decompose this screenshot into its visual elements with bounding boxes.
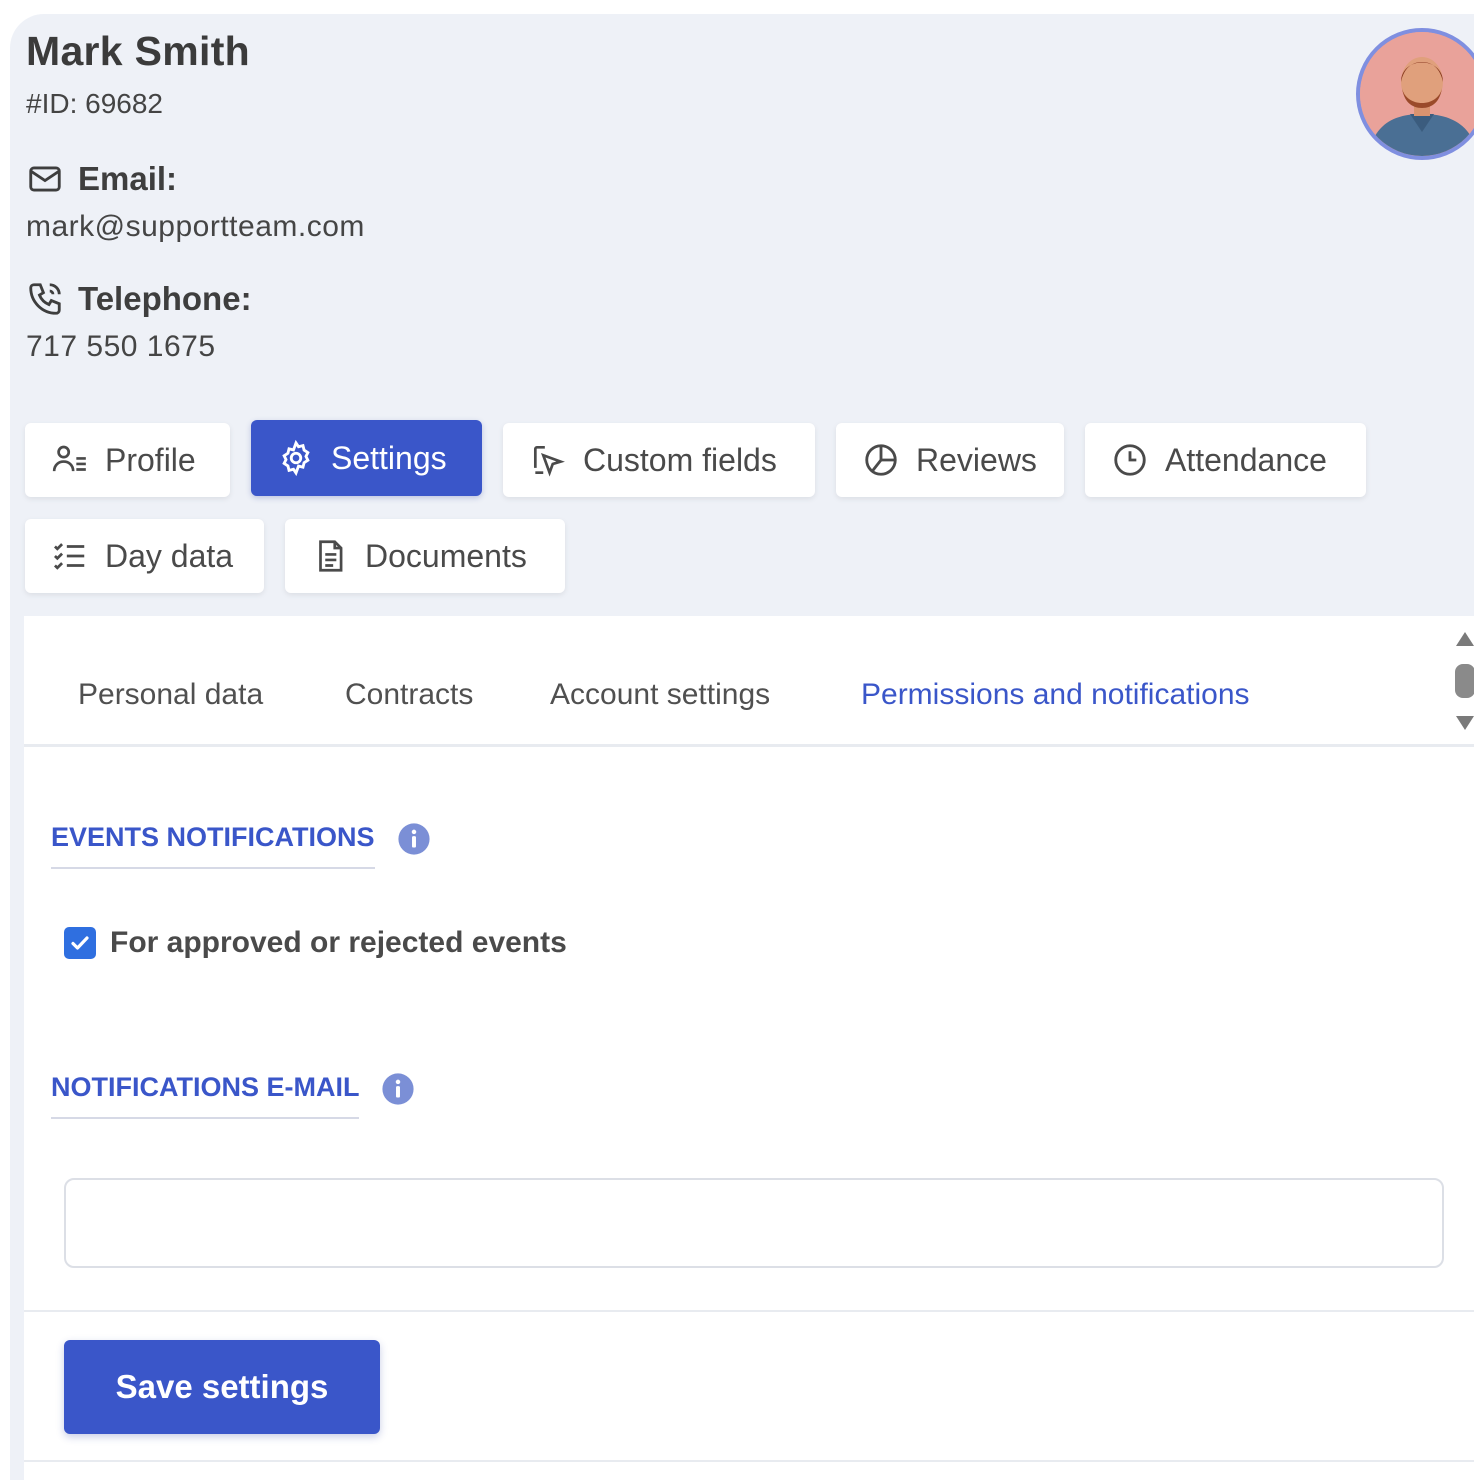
tab-reviews-label: Reviews <box>916 441 1037 478</box>
tab-reviews[interactable]: Reviews <box>836 423 1064 497</box>
subtab-personal-data[interactable]: Personal data <box>78 678 263 712</box>
info-icon[interactable] <box>397 822 431 856</box>
telephone-label: Telephone: <box>78 280 252 317</box>
user-profile-page: Mark Smith #ID: 69682 Email: mark@suppor… <box>10 14 1474 1480</box>
tab-custom-fields-label: Custom fields <box>583 441 777 478</box>
tab-day-data-label: Day data <box>105 537 234 574</box>
checklist-icon <box>54 543 85 570</box>
approved-rejected-events-label: For approved or rejected events <box>110 926 567 959</box>
user-id: #ID: 69682 <box>26 88 163 119</box>
tab-custom-fields[interactable]: Custom fields <box>503 423 815 497</box>
divider <box>24 1460 1474 1462</box>
tab-day-data[interactable]: Day data <box>25 519 264 593</box>
scroll-up-arrow-icon[interactable] <box>1456 632 1474 646</box>
avatar[interactable] <box>1356 28 1474 160</box>
tab-settings[interactable]: Settings <box>251 420 482 496</box>
settings-panel: Personal data Contracts Account settings… <box>24 616 1474 1480</box>
scroll-down-arrow-icon[interactable] <box>1456 716 1474 730</box>
cursor-edit-icon <box>533 445 565 477</box>
avatar-portrait-icon <box>1360 32 1474 156</box>
divider <box>24 1310 1474 1312</box>
tab-documents-label: Documents <box>365 537 527 574</box>
email-label: Email: <box>78 160 178 197</box>
tab-attendance[interactable]: Attendance <box>1085 423 1366 497</box>
subtab-permissions-notifications[interactable]: Permissions and notifications <box>861 678 1250 712</box>
telephone-value: 717 550 1675 <box>26 330 216 363</box>
notifications-email-input[interactable] <box>64 1178 1444 1268</box>
subtab-contracts[interactable]: Contracts <box>345 678 473 712</box>
tab-profile[interactable]: Profile <box>25 423 230 497</box>
subtab-account-settings[interactable]: Account settings <box>550 678 770 712</box>
events-notifications-title: EVENTS NOTIFICATIONS <box>51 822 375 869</box>
tab-profile-label: Profile <box>105 441 196 478</box>
settings-subtabs: Personal data Contracts Account settings… <box>24 616 1474 747</box>
tab-attendance-label: Attendance <box>1165 441 1327 478</box>
notifications-email-section: NOTIFICATIONS E-MAIL <box>51 1072 415 1119</box>
info-icon[interactable] <box>381 1072 415 1106</box>
clock-icon <box>1114 444 1146 476</box>
user-list-icon <box>52 445 86 472</box>
gear-icon <box>282 439 310 477</box>
scrollbar-thumb[interactable] <box>1455 664 1474 698</box>
email-label-row: Email: <box>26 160 177 198</box>
envelope-icon <box>29 166 61 192</box>
pie-chart-icon <box>865 444 897 476</box>
telephone-label-row: Telephone: <box>26 280 252 318</box>
save-settings-button[interactable]: Save settings <box>64 1340 380 1434</box>
approved-rejected-events-option[interactable]: For approved or rejected events <box>64 926 567 960</box>
email-value: mark@supportteam.com <box>26 210 365 243</box>
tab-settings-label: Settings <box>331 439 447 476</box>
checkmark-icon <box>71 936 89 950</box>
document-icon <box>319 540 343 572</box>
tab-documents[interactable]: Documents <box>285 519 565 593</box>
events-notifications-section: EVENTS NOTIFICATIONS <box>51 822 431 869</box>
phone-icon <box>29 283 61 315</box>
notifications-email-title: NOTIFICATIONS E-MAIL <box>51 1072 360 1119</box>
user-name: Mark Smith <box>26 28 250 74</box>
approved-rejected-events-checkbox[interactable] <box>64 927 96 959</box>
